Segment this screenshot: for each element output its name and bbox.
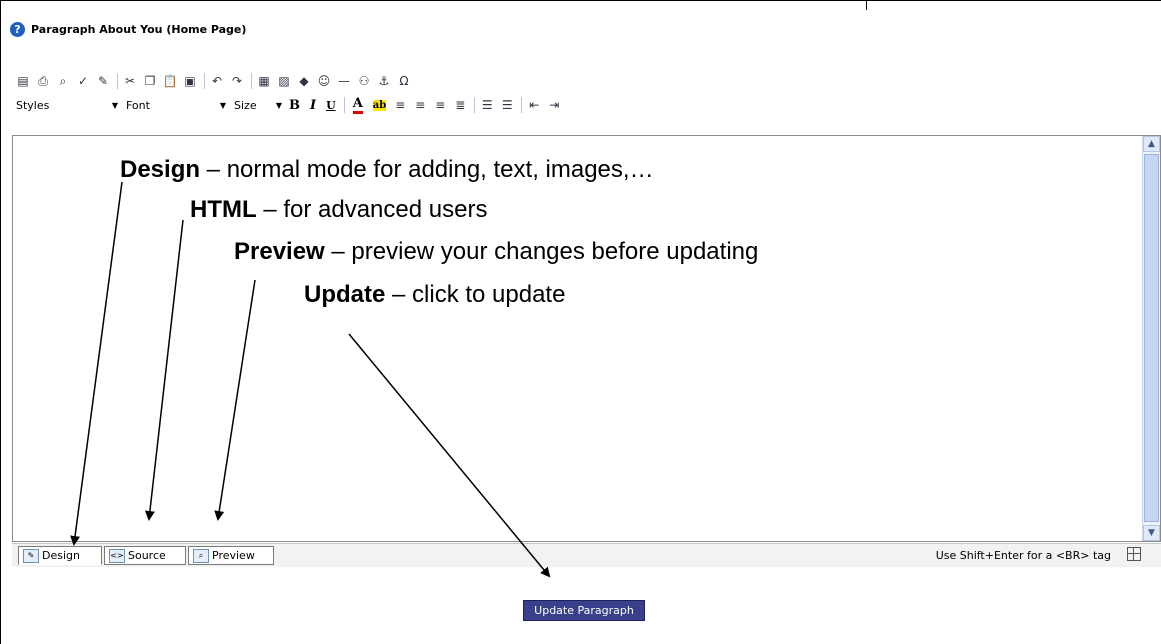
- redo-icon[interactable]: ↷: [228, 72, 246, 90]
- annotation-desc: – preview your changes before updating: [324, 238, 759, 265]
- chevron-down-icon: ▼: [111, 100, 118, 110]
- frame-divider: [866, 0, 867, 10]
- anchor-icon[interactable]: ⚓: [375, 72, 393, 90]
- flash-icon[interactable]: ◆: [295, 72, 313, 90]
- underline-button[interactable]: U: [326, 99, 336, 112]
- image-icon[interactable]: ▨: [275, 72, 293, 90]
- tab-preview-label: Preview: [212, 549, 255, 562]
- help-icon[interactable]: ?: [10, 21, 25, 37]
- source-icon: <>: [109, 548, 125, 563]
- toolbar-separator: [251, 73, 252, 89]
- rich-text-editor: ▤ ⎙ ⌕ ✓ ✎ ✂ ❐ 📋 ▣ ↶ ↷ ▦ ▨ ◆ ☺ — ⚇ ⚓ Ω St…: [10, 70, 1161, 573]
- annotation-design: Design – normal mode for adding, text, i…: [120, 156, 654, 184]
- bullet-list-icon[interactable]: ☰: [498, 96, 516, 114]
- tab-design-label: Design: [42, 549, 80, 562]
- show-blocks-icon[interactable]: [1127, 547, 1141, 561]
- font-label: Font: [126, 98, 150, 112]
- italic-button[interactable]: I: [310, 98, 316, 113]
- cut-icon[interactable]: ✂: [121, 72, 139, 90]
- editor-mode-bar: ✎ Design <> Source ⌕ Preview Use Shift+E…: [12, 543, 1161, 567]
- annotation-desc: – for advanced users: [256, 196, 488, 223]
- align-left-icon[interactable]: ≡: [391, 96, 409, 114]
- chevron-down-icon: ▼: [219, 100, 226, 110]
- smiley-icon[interactable]: ☺: [315, 72, 333, 90]
- toolbar-separator: [474, 97, 476, 113]
- update-paragraph-button[interactable]: Update Paragraph: [523, 600, 645, 621]
- preview-icon: ⌕: [193, 548, 209, 563]
- tab-preview[interactable]: ⌕ Preview: [188, 546, 274, 565]
- highlight-button[interactable]: ab: [372, 99, 387, 111]
- annotation-update: Update – click to update: [304, 281, 565, 309]
- font-color-button[interactable]: A: [352, 96, 363, 114]
- tab-source[interactable]: <> Source: [104, 546, 186, 565]
- special-char-icon[interactable]: Ω: [395, 72, 413, 90]
- annotation-html: HTML – for advanced users: [190, 196, 487, 224]
- scrollbar-thumb[interactable]: [1144, 154, 1159, 522]
- frame-top-border: [0, 0, 1161, 1]
- bold-button[interactable]: B: [289, 98, 300, 113]
- table-icon[interactable]: ▦: [255, 72, 273, 90]
- numbered-list-icon[interactable]: ☰: [478, 96, 496, 114]
- print-icon[interactable]: ⎙: [34, 72, 52, 90]
- annotation-term: HTML: [190, 196, 257, 223]
- annotation-term: Update: [304, 281, 386, 308]
- undo-icon[interactable]: ↶: [208, 72, 226, 90]
- tab-design[interactable]: ✎ Design: [18, 546, 102, 565]
- toolbar-separator: [343, 97, 345, 113]
- toolbar-separator: [204, 73, 205, 89]
- horizontal-rule-icon[interactable]: —: [335, 72, 353, 90]
- paste-word-icon[interactable]: ▣: [181, 72, 199, 90]
- section-header: ? Paragraph About You (Home Page): [10, 20, 246, 38]
- outdent-icon[interactable]: ⇤: [525, 96, 543, 114]
- tab-source-label: Source: [128, 549, 166, 562]
- annotation-term: Preview: [234, 238, 325, 265]
- scroll-down-icon[interactable]: ▼: [1143, 525, 1160, 541]
- copy-icon[interactable]: ❐: [141, 72, 159, 90]
- editor-toolbar-main: ▤ ⎙ ⌕ ✓ ✎ ✂ ❐ 📋 ▣ ↶ ↷ ▦ ▨ ◆ ☺ — ⚇ ⚓ Ω: [10, 70, 1161, 92]
- spellcheck-icon[interactable]: ✓: [74, 72, 92, 90]
- paste-icon[interactable]: 📋: [161, 72, 179, 90]
- size-label: Size: [234, 98, 257, 112]
- find-icon[interactable]: ⌕: [54, 72, 72, 90]
- styles-label: Styles: [16, 98, 50, 112]
- new-page-icon[interactable]: ▤: [14, 72, 32, 90]
- annotation-desc: – click to update: [385, 281, 566, 308]
- frame-left-border: [0, 0, 1, 644]
- scroll-up-icon[interactable]: ▲: [1143, 136, 1160, 152]
- vertical-scrollbar[interactable]: ▲ ▼: [1142, 136, 1160, 541]
- design-icon: ✎: [23, 548, 39, 563]
- annotation-preview: Preview – preview your changes before up…: [234, 238, 758, 266]
- toolbar-separator: [117, 73, 118, 89]
- align-center-icon[interactable]: ≡: [411, 96, 429, 114]
- align-right-icon[interactable]: ≡: [431, 96, 449, 114]
- shift-enter-hint: Use Shift+Enter for a <BR> tag: [935, 549, 1111, 562]
- annotation-term: Design: [120, 156, 201, 183]
- clean-format-icon[interactable]: ✎: [94, 72, 112, 90]
- annotation-desc: – normal mode for adding, text, images,…: [200, 156, 654, 183]
- link-icon[interactable]: ⚇: [355, 72, 373, 90]
- styles-dropdown[interactable]: Styles ▼: [14, 97, 120, 113]
- page-title: Paragraph About You (Home Page): [31, 22, 247, 36]
- indent-icon[interactable]: ⇥: [545, 96, 563, 114]
- editor-content-area[interactable]: ▲ ▼: [12, 135, 1161, 542]
- size-dropdown[interactable]: Size ▼: [232, 97, 284, 113]
- font-dropdown[interactable]: Font ▼: [124, 97, 228, 113]
- editor-toolbar-format: Styles ▼ Font ▼ Size ▼ B I U A ab ≡ ≡ ≡ …: [10, 94, 1161, 116]
- toolbar-separator: [521, 97, 523, 113]
- chevron-down-icon: ▼: [275, 100, 282, 110]
- justify-icon[interactable]: ≣: [451, 96, 469, 114]
